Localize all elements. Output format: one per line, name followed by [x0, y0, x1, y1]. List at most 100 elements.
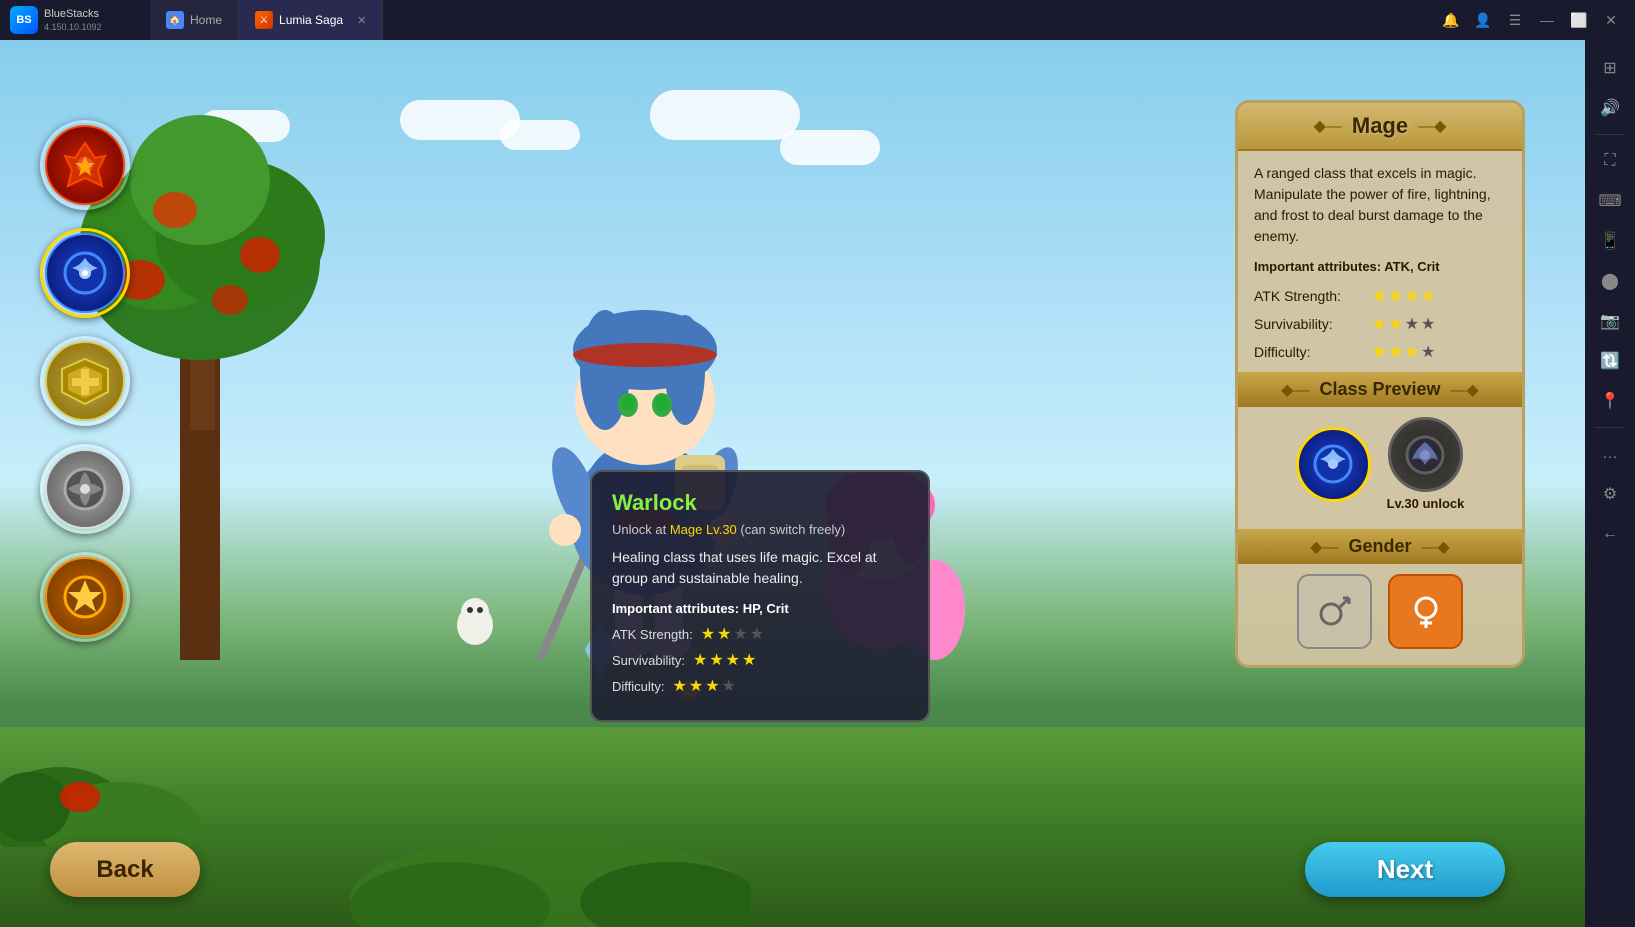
- class-preview-label: Class Preview: [1319, 379, 1440, 400]
- warlock-atk-stars: ★ ★ ★ ★: [701, 624, 764, 644]
- warlock-diff-row: Difficulty: ★ ★ ★ ★: [612, 676, 908, 696]
- window-controls: 🔔 👤 ☰ — ⬜ ✕: [1427, 10, 1635, 30]
- mage-preview-icon[interactable]: [1296, 427, 1371, 502]
- star-3: ★: [733, 624, 747, 644]
- menu-button[interactable]: ☰: [1501, 10, 1529, 30]
- account-button[interactable]: 👤: [1469, 10, 1497, 30]
- toolbar-back-button[interactable]: ←: [1592, 516, 1628, 552]
- toolbar-camera-button[interactable]: 📷: [1592, 303, 1628, 339]
- toolbar-fullscreen-button[interactable]: ⛶: [1592, 143, 1628, 179]
- next-button[interactable]: Next: [1305, 842, 1505, 897]
- class-icon-paladin[interactable]: [40, 336, 130, 426]
- ground-foliage: [0, 697, 250, 847]
- warlock-description: Healing class that uses life magic. Exce…: [612, 547, 908, 589]
- header-deco-left: ◆—: [1314, 116, 1342, 136]
- notification-button[interactable]: 🔔: [1437, 10, 1465, 30]
- toolbar-divider-2: [1595, 427, 1625, 428]
- toolbar-rotate-button[interactable]: 🔃: [1592, 343, 1628, 379]
- toolbar-keyboard-button[interactable]: ⌨: [1592, 183, 1628, 219]
- star-2: ★: [689, 676, 703, 696]
- class-icons-list: [40, 120, 130, 642]
- home-tab-label: Home: [190, 13, 222, 27]
- toolbar-record-button[interactable]: ⬤: [1592, 263, 1628, 299]
- warlock-title: Warlock: [612, 490, 908, 516]
- tab-lumia-saga[interactable]: ⚔ Lumia Saga ✕: [239, 0, 383, 40]
- panel-surv-row: Survivability: ★ ★ ★ ★: [1254, 314, 1506, 334]
- class-preview-row: Lv.30 unlock: [1238, 417, 1522, 519]
- home-tab-icon: 🏠: [166, 11, 184, 29]
- star-1: ★: [701, 624, 715, 644]
- panel-surv-label: Survivability:: [1254, 316, 1364, 332]
- star-3: ★: [705, 676, 719, 696]
- npc-creature: [450, 590, 500, 655]
- cloud-3: [650, 90, 800, 140]
- warlock-surv-stars: ★ ★ ★ ★: [693, 650, 756, 670]
- gender-male-button[interactable]: [1297, 574, 1372, 649]
- app-logo: BS BlueStacks 4.150.10.1092: [0, 6, 150, 34]
- toolbar-expand-button[interactable]: ⊞: [1592, 50, 1628, 86]
- toolbar-volume-button[interactable]: 🔊: [1592, 90, 1628, 126]
- star-4: ★: [750, 624, 764, 644]
- toolbar-mobile-button[interactable]: 📱: [1592, 223, 1628, 259]
- gender-deco-right: —◆: [1422, 537, 1450, 557]
- star-1: ★: [673, 676, 687, 696]
- atk-star-4: ★: [1421, 286, 1435, 306]
- warlock-diff-stars: ★ ★ ★ ★: [673, 676, 736, 696]
- gender-deco-left: ◆—: [1310, 537, 1338, 557]
- warlock-unlock-level: Mage Lv.30: [670, 522, 737, 537]
- warlock-preview-icon[interactable]: [1388, 417, 1463, 492]
- titlebar: BS BlueStacks 4.150.10.1092 🏠 Home ⚔ Lum…: [0, 0, 1635, 40]
- game-area: Warlock Unlock at Mage Lv.30 (can switch…: [0, 40, 1585, 927]
- atk-star-2: ★: [1388, 286, 1402, 306]
- back-button[interactable]: Back: [50, 842, 200, 897]
- panel-surv-stars: ★ ★ ★ ★: [1372, 314, 1435, 334]
- toolbar-divider-1: [1595, 134, 1625, 135]
- gender-label: Gender: [1348, 536, 1411, 557]
- star-3: ★: [726, 650, 740, 670]
- class-icon-warrior[interactable]: [40, 120, 130, 210]
- panel-diff-row: Difficulty: ★ ★ ★ ★: [1254, 342, 1506, 362]
- ranger-icon-inner: [45, 449, 125, 529]
- bluestacks-icon: BS: [10, 6, 38, 34]
- maximize-button[interactable]: ⬜: [1565, 10, 1593, 30]
- warlock-unlock: Unlock at Mage Lv.30 (can switch freely): [612, 522, 908, 537]
- game-tab-icon: ⚔: [255, 11, 273, 29]
- atk-star-3: ★: [1405, 286, 1419, 306]
- right-panel: ◆— Mage —◆ A ranged class that excels in…: [1235, 100, 1525, 668]
- panel-diff-label: Difficulty:: [1254, 344, 1364, 360]
- atk-star-1: ★: [1372, 286, 1386, 306]
- preview-deco-right: —◆: [1451, 380, 1479, 400]
- right-toolbar: ⊞ 🔊 ⛶ ⌨ 📱 ⬤ 📷 🔃 📍 … ⚙ ←: [1585, 40, 1635, 927]
- diff-star-4: ★: [1421, 342, 1435, 362]
- class-icon-mage[interactable]: [40, 228, 130, 318]
- close-tab-icon[interactable]: ✕: [357, 14, 366, 27]
- surv-star-4: ★: [1421, 314, 1435, 334]
- panel-attr-text: Important attributes: ATK, Crit: [1254, 259, 1440, 274]
- toolbar-more-button[interactable]: …: [1592, 436, 1628, 472]
- toolbar-settings-button[interactable]: ⚙: [1592, 476, 1628, 512]
- warlock-surv-row: Survivability: ★ ★ ★ ★: [612, 650, 908, 670]
- warlock-attr-text: Important attributes: HP, Crit: [612, 601, 789, 616]
- panel-atk-row: ATK Strength: ★ ★ ★ ★: [1254, 286, 1506, 306]
- warlock-preview-col: Lv.30 unlock: [1387, 417, 1465, 511]
- toolbar-location-button[interactable]: 📍: [1592, 383, 1628, 419]
- ground-foliage-right: [350, 807, 750, 927]
- class-icon-ranger[interactable]: [40, 444, 130, 534]
- minimize-button[interactable]: —: [1533, 10, 1561, 30]
- preview-deco-left: ◆—: [1281, 380, 1309, 400]
- diff-star-1: ★: [1372, 342, 1386, 362]
- tab-home[interactable]: 🏠 Home: [150, 0, 239, 40]
- gender-female-button[interactable]: [1388, 574, 1463, 649]
- close-button[interactable]: ✕: [1597, 10, 1625, 30]
- diff-star-2: ★: [1388, 342, 1402, 362]
- gender-row: [1238, 574, 1522, 649]
- panel-atk-stars: ★ ★ ★ ★: [1372, 286, 1435, 306]
- warlock-atk-label: ATK Strength:: [612, 627, 693, 642]
- class-icon-assassin[interactable]: [40, 552, 130, 642]
- star-2: ★: [709, 650, 723, 670]
- surv-star-2: ★: [1388, 314, 1402, 334]
- surv-star-3: ★: [1405, 314, 1419, 334]
- assassin-icon-inner: [45, 557, 125, 637]
- lv30-unlock-label: Lv.30 unlock: [1387, 496, 1465, 511]
- warlock-attributes: Important attributes: HP, Crit: [612, 601, 908, 616]
